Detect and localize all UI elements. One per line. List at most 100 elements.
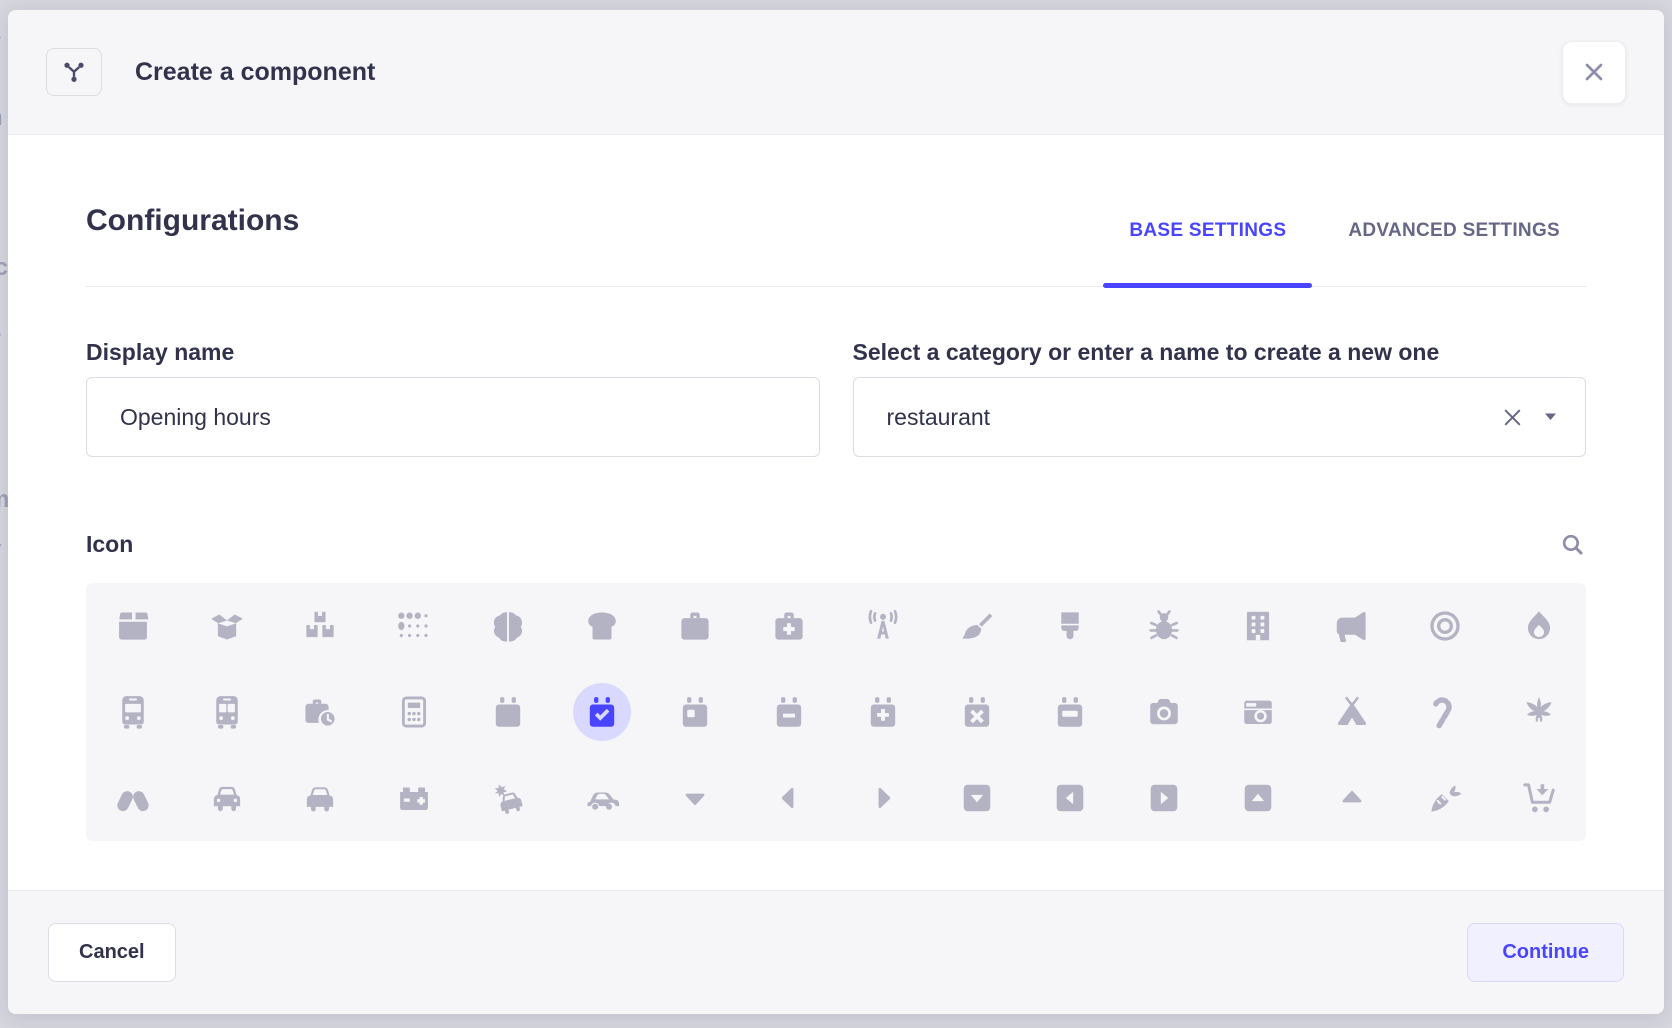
form-row: Display name Opening hours Select a cate…	[86, 339, 1586, 457]
icon-option-capsules[interactable]	[86, 755, 180, 841]
icon-option-car-battery[interactable]	[367, 755, 461, 841]
brush-icon	[1051, 607, 1089, 645]
tab-base-settings[interactable]: BASE SETTINGS	[1103, 220, 1312, 286]
broadcast-tower-icon	[864, 607, 902, 645]
icon-option-broadcast-tower[interactable]	[836, 583, 930, 669]
camera-icon	[1145, 693, 1183, 731]
bus-alt-icon	[208, 693, 246, 731]
icon-option-caret-right[interactable]	[836, 755, 930, 841]
icon-search-button[interactable]	[1559, 531, 1586, 558]
icon-grid	[86, 583, 1586, 841]
icon-option-briefcase[interactable]	[649, 583, 743, 669]
icon-option-calendar-week[interactable]	[1024, 669, 1118, 755]
icon-option-car-side[interactable]	[555, 755, 649, 841]
background-text-fragment: e	[0, 323, 1, 347]
background-text-fragment: y	[0, 538, 1, 562]
icon-option-bread-slice[interactable]	[555, 583, 649, 669]
icon-option-caret-square-down[interactable]	[930, 755, 1024, 841]
category-field: Select a category or enter a name to cre…	[853, 339, 1587, 457]
boxes-icon	[301, 607, 339, 645]
modal-body: Configurations BASE SETTINGS ADVANCED SE…	[8, 135, 1664, 890]
category-value: restaurant	[887, 404, 1501, 431]
icon-option-bus-alt[interactable]	[180, 669, 274, 755]
icon-option-calendar-check[interactable]	[555, 669, 649, 755]
component-icon	[46, 48, 102, 96]
capsules-icon	[114, 779, 152, 817]
close-button[interactable]	[1562, 41, 1626, 104]
icon-option-calculator[interactable]	[367, 669, 461, 755]
icon-option-carrot[interactable]	[1399, 755, 1493, 841]
icon-option-bug[interactable]	[1117, 583, 1211, 669]
settings-tabs: BASE SETTINGS ADVANCED SETTINGS	[1103, 220, 1586, 286]
broom-icon	[958, 607, 996, 645]
icon-option-caret-square-up[interactable]	[1211, 755, 1305, 841]
calendar-week-icon	[1051, 693, 1089, 731]
box-icon	[114, 607, 152, 645]
carrot-icon	[1426, 779, 1464, 817]
icon-option-camera[interactable]	[1117, 669, 1211, 755]
clear-icon[interactable]	[1500, 405, 1525, 430]
icon-option-caret-left[interactable]	[742, 755, 836, 841]
icon-option-cart-arrow-down[interactable]	[1492, 755, 1586, 841]
page-title: Configurations	[86, 204, 299, 286]
icon-option-burn[interactable]	[1492, 583, 1586, 669]
icon-option-caret-square-right[interactable]	[1117, 755, 1211, 841]
continue-button[interactable]: Continue	[1467, 923, 1624, 982]
icon-option-bullhorn[interactable]	[1305, 583, 1399, 669]
close-icon	[1580, 58, 1608, 86]
calendar-check-icon	[583, 693, 621, 731]
icon-option-campground[interactable]	[1305, 669, 1399, 755]
icon-option-building[interactable]	[1211, 583, 1305, 669]
car-alt-icon	[301, 779, 339, 817]
icon-option-brush[interactable]	[1024, 583, 1118, 669]
icon-option-caret-square-left[interactable]	[1024, 755, 1118, 841]
icon-option-calendar-plus[interactable]	[836, 669, 930, 755]
chevron-down-icon[interactable]	[1544, 412, 1557, 422]
icon-option-car-alt[interactable]	[274, 755, 368, 841]
icon-option-broom[interactable]	[930, 583, 1024, 669]
icon-option-bullseye[interactable]	[1399, 583, 1493, 669]
car-crash-icon	[489, 779, 527, 817]
icon-option-car-crash[interactable]	[461, 755, 555, 841]
cannabis-icon	[1520, 693, 1558, 731]
camera-retro-icon	[1239, 693, 1277, 731]
calendar-times-icon	[958, 693, 996, 731]
cancel-button[interactable]: Cancel	[48, 923, 176, 982]
icon-option-caret-down[interactable]	[649, 755, 743, 841]
icon-option-boxes[interactable]	[274, 583, 368, 669]
icon-option-calendar-day[interactable]	[649, 669, 743, 755]
caret-square-right-icon	[1145, 779, 1183, 817]
icon-option-business-time[interactable]	[274, 669, 368, 755]
caret-right-icon	[864, 779, 902, 817]
category-label: Select a category or enter a name to cre…	[853, 339, 1587, 365]
category-combobox[interactable]: restaurant	[853, 377, 1587, 457]
icon-option-caret-up[interactable]	[1305, 755, 1399, 841]
calendar-day-icon	[676, 693, 714, 731]
tab-advanced-settings[interactable]: ADVANCED SETTINGS	[1322, 220, 1586, 286]
icon-option-calendar-minus[interactable]	[742, 669, 836, 755]
icon-option-box-open[interactable]	[180, 583, 274, 669]
icon-option-brain[interactable]	[461, 583, 555, 669]
modal-footer: Cancel Continue	[8, 890, 1664, 1014]
icon-option-bus[interactable]	[86, 669, 180, 755]
calculator-icon	[395, 693, 433, 731]
braille-icon	[395, 607, 433, 645]
background-text-fragment: n	[0, 106, 3, 130]
icon-option-cannabis[interactable]	[1492, 669, 1586, 755]
caret-left-icon	[770, 779, 808, 817]
icon-option-braille[interactable]	[367, 583, 461, 669]
section-head: Configurations BASE SETTINGS ADVANCED SE…	[86, 204, 1586, 287]
icon-option-car[interactable]	[180, 755, 274, 841]
display-name-input[interactable]: Opening hours	[86, 377, 820, 457]
icon-option-candy-cane[interactable]	[1399, 669, 1493, 755]
icon-option-calendar-times[interactable]	[930, 669, 1024, 755]
brain-icon	[489, 607, 527, 645]
car-battery-icon	[395, 779, 433, 817]
icon-option-camera-retro[interactable]	[1211, 669, 1305, 755]
display-name-field: Display name Opening hours	[86, 339, 820, 457]
icon-option-briefcase-medical[interactable]	[742, 583, 836, 669]
icon-option-calendar[interactable]	[461, 669, 555, 755]
caret-down-icon	[676, 779, 714, 817]
search-icon	[1559, 531, 1586, 558]
icon-option-box[interactable]	[86, 583, 180, 669]
